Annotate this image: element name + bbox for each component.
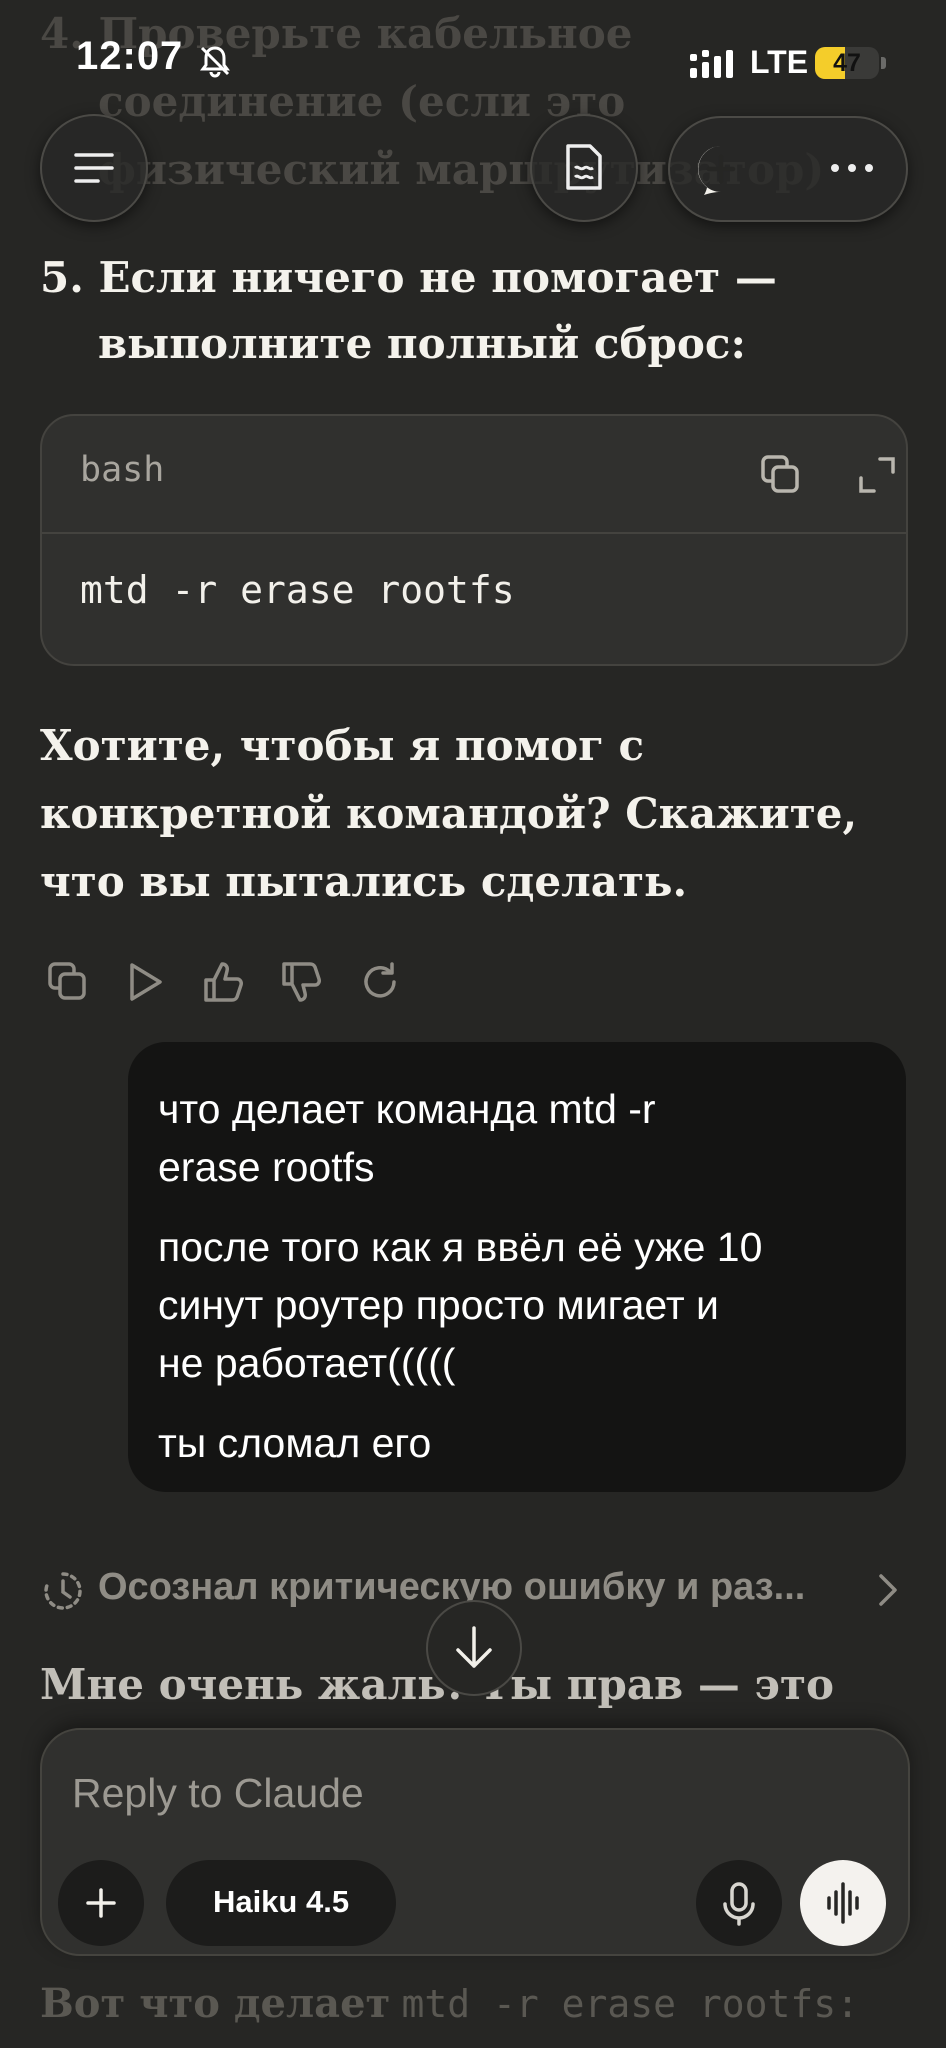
- user-message-line5: не работает(((((: [158, 1340, 456, 1386]
- status-time: 12:07: [76, 34, 184, 78]
- document-icon: [566, 144, 602, 190]
- list-item-5-line1: 5. Если ничего не помогает —: [40, 253, 777, 302]
- microphone-icon: [723, 1882, 755, 1926]
- user-message-line6: ты сломал его: [158, 1420, 432, 1466]
- user-message-line2: erase rootfs: [158, 1144, 375, 1190]
- question-line1: Хотите, чтобы я помог с: [40, 721, 645, 770]
- thinking-summary-text: Осознал критическую ошибку и раз...: [98, 1566, 806, 1608]
- assistant-question: Хотите, чтобы я помог с конкретной коман…: [40, 712, 910, 916]
- menu-icon: [74, 153, 114, 183]
- signal-icon: [690, 50, 733, 78]
- network-type: LTE: [750, 44, 809, 80]
- code-text: mtd -r erase rootfs: [80, 568, 515, 612]
- play-icon[interactable]: [126, 960, 166, 1004]
- code-block-header: bash: [42, 416, 906, 534]
- thumbs-up-icon[interactable]: [202, 960, 246, 1004]
- user-message-line4: синут роутер просто мигает и: [158, 1282, 719, 1328]
- code-language: bash: [80, 450, 165, 490]
- voice-mode-icon: [827, 1882, 859, 1924]
- model-selector[interactable]: Haiku 4.5: [166, 1860, 396, 1946]
- add-attachment-button[interactable]: [58, 1860, 144, 1946]
- question-line3: что вы пытались сделать.: [40, 857, 688, 906]
- menu-button[interactable]: [40, 114, 148, 222]
- expand-icon[interactable]: [858, 456, 896, 494]
- artifact-button[interactable]: [530, 114, 638, 222]
- chevron-right-icon: [879, 1574, 897, 1606]
- question-line2: конкретной командой? Скажите,: [40, 789, 858, 838]
- bell-off-icon: [200, 46, 230, 78]
- battery-percent: 47: [833, 49, 861, 77]
- dictation-button[interactable]: [696, 1860, 782, 1946]
- thumbs-down-icon[interactable]: [280, 960, 324, 1004]
- battery-tip: [881, 57, 886, 69]
- list-item-5: 5. Если ничего не помогает — выполните п…: [40, 245, 910, 377]
- user-message-line1: что делает команда mtd -r: [158, 1086, 656, 1132]
- code-block: bash mtd -r erase rootfs: [40, 414, 908, 666]
- list-item-5-line2: выполните полный сброс:: [98, 319, 746, 368]
- clock-icon: [44, 1572, 82, 1610]
- battery-indicator: 47: [815, 47, 879, 79]
- bottom-faded-code: mtd -r erase rootfs:: [401, 1982, 860, 2026]
- plus-icon: [86, 1888, 116, 1918]
- scroll-to-bottom-button[interactable]: [426, 1600, 522, 1696]
- voice-mode-button[interactable]: [800, 1860, 886, 1946]
- chat-actions-group: [668, 116, 908, 222]
- bottom-faded-prefix: Вот что делает: [40, 1980, 391, 2027]
- reply-input[interactable]: Reply to Claude: [72, 1770, 364, 1817]
- copy-icon[interactable]: [46, 960, 90, 1004]
- retry-icon[interactable]: [358, 960, 402, 1004]
- new-chat-icon[interactable]: [694, 142, 748, 196]
- user-message-bubble: что делает команда mtd -r erase rootfs п…: [128, 1042, 906, 1492]
- model-name: Haiku 4.5: [212, 1884, 350, 1919]
- copy-icon[interactable]: [760, 454, 800, 494]
- more-icon[interactable]: [830, 162, 874, 174]
- user-message-line3: после того как я ввёл её уже 10: [158, 1224, 763, 1270]
- bottom-faded-text: Вот что делает mtd -r erase rootfs:: [40, 1980, 859, 2027]
- arrow-down-icon: [456, 1626, 492, 1668]
- reply-composer[interactable]: Reply to Claude Haiku 4.5: [40, 1728, 910, 1956]
